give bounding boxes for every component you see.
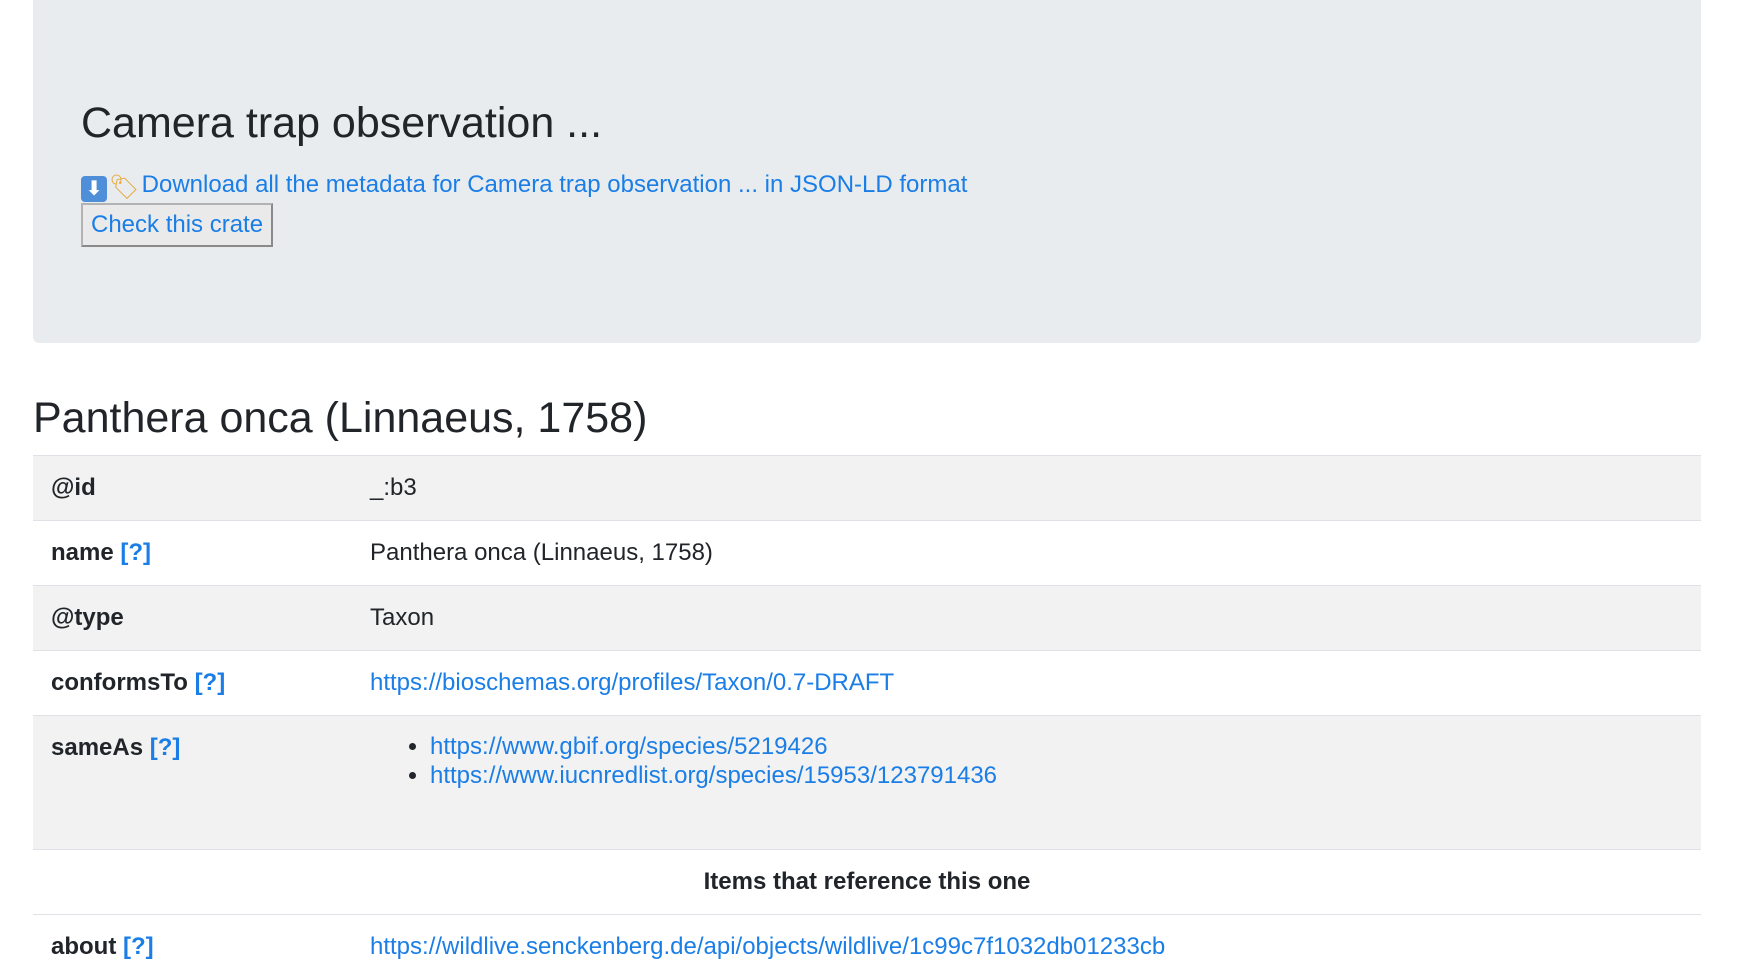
download-arrow-icon: ⬇ [81, 176, 107, 202]
property-key: conformsTo [?] [51, 669, 226, 696]
help-link-name[interactable]: [?] [120, 539, 151, 566]
list-item: https://www.gbif.org/species/5219426 [430, 732, 1701, 761]
help-link-sameas[interactable]: [?] [150, 734, 181, 761]
references-header: Items that reference this one [703, 868, 1031, 895]
property-value: Panthera onca (Linnaeus, 1758) [370, 539, 713, 566]
label-tag-icon: 🏷 [109, 174, 140, 201]
properties-table: @id _:b3 name [?] Panthera onca (Linnaeu… [33, 455, 1701, 965]
property-key: name [?] [51, 539, 152, 566]
download-metadata-link[interactable]: Download all the metadata for Camera tra… [142, 171, 968, 198]
header-panel: Camera trap observation ... ⬇ 🏷 Download … [33, 0, 1701, 343]
references-header-row: Items that reference this one [33, 849, 1701, 915]
sameas-list: https://www.gbif.org/species/5219426 htt… [370, 732, 1701, 790]
property-key: @id [51, 474, 96, 501]
property-row-name: name [?] Panthera onca (Linnaeus, 1758) [33, 520, 1701, 586]
property-row-about: about [?] https://wildlive.senckenberg.d… [33, 914, 1701, 965]
property-row-conformsto: conformsTo [?] https://bioschemas.org/pr… [33, 650, 1701, 716]
property-value: https://bioschemas.org/profiles/Taxon/0.… [370, 651, 1701, 716]
list-item: https://www.iucnredlist.org/species/1595… [430, 761, 1701, 790]
page: Camera trap observation ... ⬇ 🏷 Download … [0, 0, 1738, 965]
property-key: sameAs [?] [51, 734, 181, 761]
conformsto-link[interactable]: https://bioschemas.org/profiles/Taxon/0.… [370, 669, 894, 696]
property-value: Taxon [370, 604, 435, 631]
property-row-sameas: sameAs [?] https://www.gbif.org/species/… [33, 715, 1701, 850]
check-crate-button[interactable]: Check this crate [81, 203, 274, 247]
property-row-type: @type Taxon [33, 585, 1701, 651]
sameas-link-iucn[interactable]: https://www.iucnredlist.org/species/1595… [430, 762, 997, 789]
property-row-id: @id _:b3 [33, 455, 1701, 521]
property-key: @type [51, 604, 124, 631]
property-key: about [?] [51, 933, 154, 960]
property-value: https://wildlive.senckenberg.de/api/obje… [370, 915, 1701, 965]
download-line: ⬇ 🏷 Download all the metadata for Camera … [81, 170, 967, 202]
crate-title: Camera trap observation ... [81, 99, 603, 147]
help-link-conformsto[interactable]: [?] [195, 669, 226, 696]
property-value: https://www.gbif.org/species/5219426 htt… [370, 716, 1701, 850]
property-value: _:b3 [370, 474, 417, 501]
help-link-about[interactable]: [?] [123, 933, 154, 960]
about-link[interactable]: https://wildlive.senckenberg.de/api/obje… [370, 933, 1165, 960]
entity-title: Panthera onca (Linnaeus, 1758) [33, 394, 648, 442]
sameas-link-gbif[interactable]: https://www.gbif.org/species/5219426 [430, 733, 828, 760]
